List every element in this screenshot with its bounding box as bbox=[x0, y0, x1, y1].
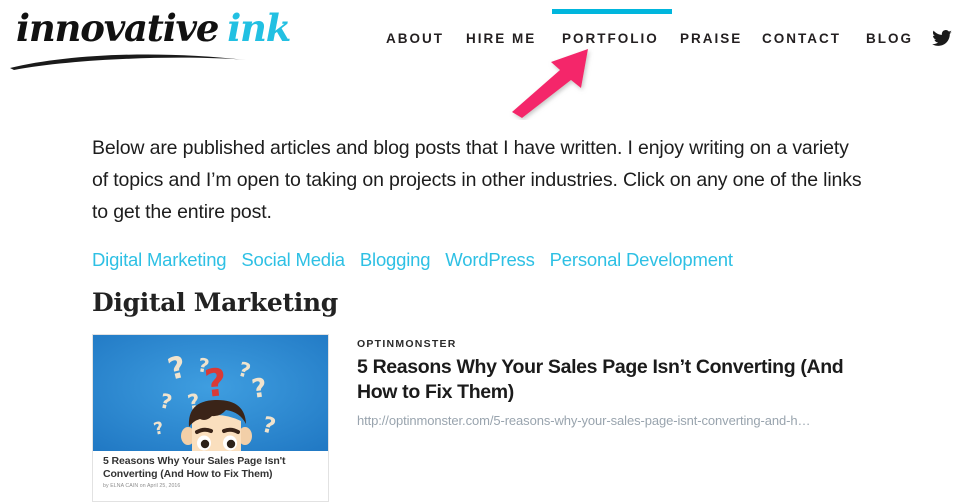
category-link-personal-development[interactable]: Personal Development bbox=[550, 248, 733, 272]
thumbnail-caption: 5 Reasons Why Your Sales Page Isn't Conv… bbox=[93, 451, 328, 501]
thumbnail-artwork: ? ? ? ? ? ? ? ? ? bbox=[93, 335, 328, 451]
confused-person-illustration: ? ? ? ? ? ? ? ? ? bbox=[93, 335, 328, 451]
site-header: innovative ink ABOUT HIRE ME PORTFOLIO PR… bbox=[0, 0, 979, 118]
category-link-blogging[interactable]: Blogging bbox=[360, 248, 431, 272]
section-heading-digital-marketing: Digital Marketing bbox=[92, 288, 338, 317]
category-link-social-media[interactable]: Social Media bbox=[241, 248, 345, 272]
entry-details: OPTINMONSTER 5 Reasons Why Your Sales Pa… bbox=[357, 338, 862, 430]
thumbnail-caption-title: 5 Reasons Why Your Sales Page Isn't Conv… bbox=[103, 455, 286, 480]
nav-item-hire-me[interactable]: HIRE ME bbox=[466, 31, 536, 46]
nav-item-portfolio[interactable]: PORTFOLIO bbox=[562, 31, 659, 46]
portfolio-entry: ? ? ? ? ? ? ? ? ? 5 Reasons Why Your Sal… bbox=[92, 334, 862, 502]
nav-item-blog[interactable]: BLOG bbox=[866, 31, 913, 46]
nav-item-praise[interactable]: PRAISE bbox=[680, 31, 742, 46]
page-root: innovative ink ABOUT HIRE ME PORTFOLIO PR… bbox=[0, 0, 979, 502]
nav-item-contact[interactable]: CONTACT bbox=[762, 31, 841, 46]
nav-item-about[interactable]: ABOUT bbox=[386, 31, 444, 46]
entry-title-link[interactable]: 5 Reasons Why Your Sales Page Isn’t Conv… bbox=[357, 355, 847, 405]
entry-thumbnail[interactable]: ? ? ? ? ? ? ? ? ? 5 Reasons Why Your Sal… bbox=[92, 334, 329, 502]
thumbnail-caption-byline: by ELNA CAIN on April 25, 2016 bbox=[103, 483, 181, 489]
active-nav-underline bbox=[552, 9, 672, 14]
entry-source-label: OPTINMONSTER bbox=[357, 338, 457, 350]
intro-paragraph: Below are published articles and blog po… bbox=[92, 137, 862, 223]
category-link-wordpress[interactable]: WordPress bbox=[445, 248, 535, 272]
svg-text:?: ? bbox=[202, 360, 229, 406]
entry-url: http://optinmonster.com/5-reasons-why-yo… bbox=[357, 413, 811, 428]
main-navigation: ABOUT HIRE ME PORTFOLIO PRAISE CONTACT B… bbox=[0, 0, 979, 60]
category-link-digital-marketing[interactable]: Digital Marketing bbox=[92, 248, 227, 272]
twitter-icon[interactable] bbox=[932, 30, 952, 48]
category-links: Digital Marketing Social Media Blogging … bbox=[92, 248, 892, 274]
